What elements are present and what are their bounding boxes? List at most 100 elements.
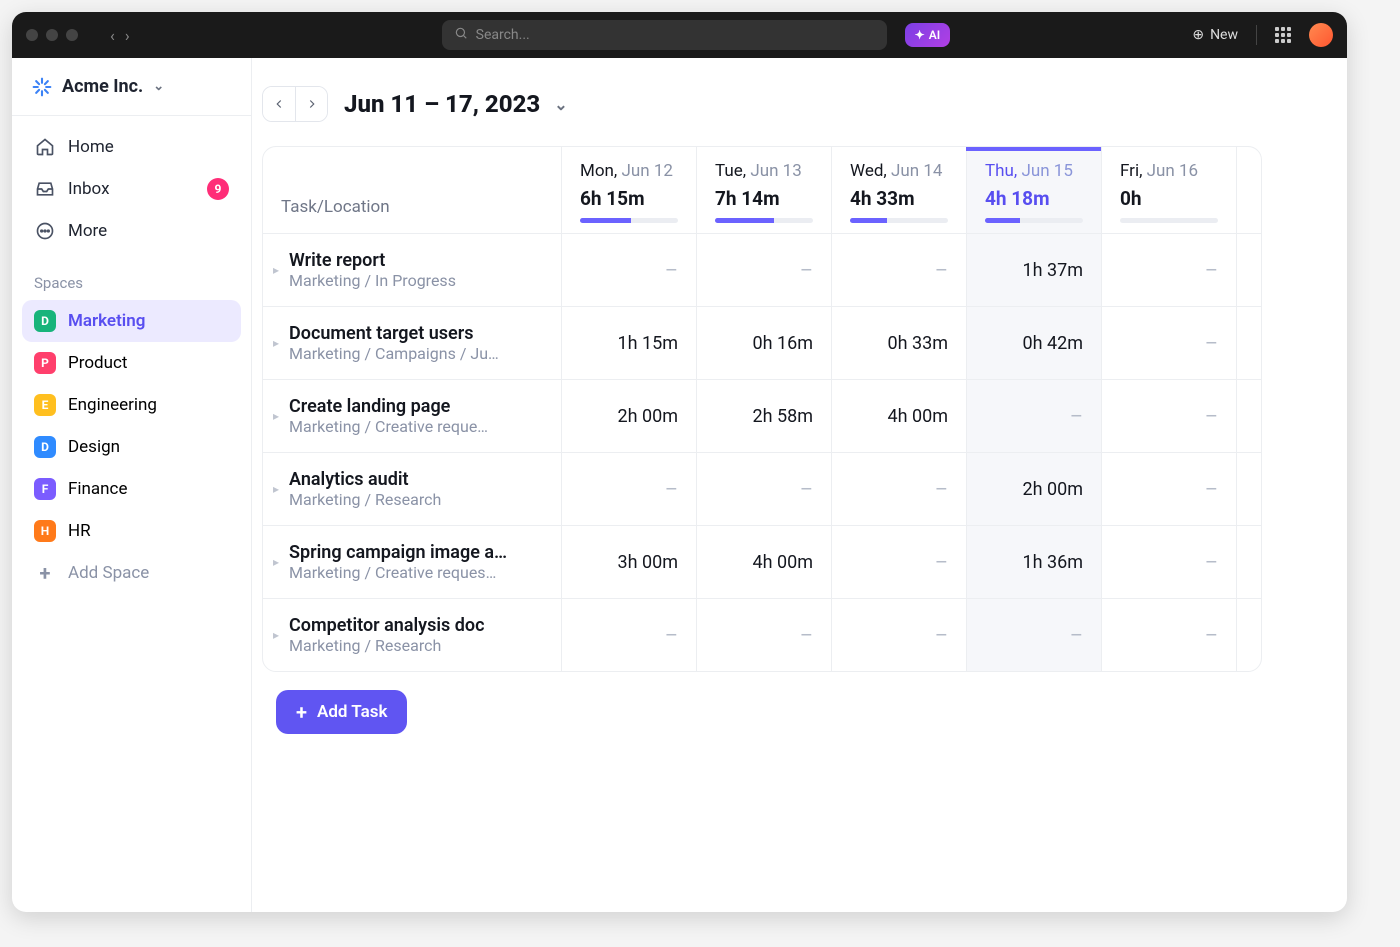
apps-icon[interactable] [1275,27,1291,43]
time-cell-empty[interactable]: – [561,234,696,306]
task-path: Marketing / Research [289,490,543,509]
task-cell[interactable]: ▸ Analytics audit Marketing / Research [263,453,561,525]
time-cell[interactable]: 2h 00m [561,380,696,452]
time-cell[interactable]: 2h 58m [696,380,831,452]
date-range-picker[interactable]: Jun 11 – 17, 2023 ⌄ [344,90,568,118]
task-cell[interactable]: ▸ Document target users Marketing / Camp… [263,307,561,379]
global-search[interactable]: Search... [442,20,887,50]
new-button[interactable]: ⊕ New [1192,27,1238,43]
history-nav: ‹ › [110,26,130,45]
time-cell[interactable]: 1h 36m [966,526,1101,598]
expand-icon[interactable]: ▸ [273,628,279,642]
time-cell[interactable]: 0h 33m [831,307,966,379]
table-row: ▸ Write report Marketing / In Progress –… [263,233,1261,306]
time-cell-empty[interactable]: – [1101,526,1236,598]
time-cell[interactable]: 0h 42m [966,307,1101,379]
day-progress-bar [715,218,813,223]
workspace-logo-icon [32,77,52,97]
space-label: Design [68,437,120,457]
time-cell-empty[interactable]: – [696,453,831,525]
time-cell-empty[interactable]: – [966,380,1101,452]
nav-item-label: Home [68,137,114,157]
space-item-design[interactable]: D Design [22,426,241,468]
overflow-cell [1236,599,1262,671]
chevron-down-icon: ⌄ [153,79,164,94]
time-cell-empty[interactable]: – [1101,453,1236,525]
time-cell[interactable]: 3h 00m [561,526,696,598]
space-item-product[interactable]: P Product [22,342,241,384]
prev-week-button[interactable] [263,87,295,121]
date-range-label: Jun 11 – 17, 2023 [344,90,540,118]
task-title: Create landing page [289,396,543,417]
task-cell[interactable]: ▸ Create landing page Marketing / Creati… [263,380,561,452]
next-week-button[interactable] [295,87,327,121]
time-cell[interactable]: 4h 00m [831,380,966,452]
nav-item-inbox[interactable]: Inbox 9 [22,168,241,210]
time-cell-empty[interactable]: – [831,526,966,598]
time-cell-empty[interactable]: – [561,599,696,671]
time-cell[interactable]: 4h 00m [696,526,831,598]
add-space-button[interactable]: + Add Space [22,552,241,594]
user-avatar[interactable] [1309,23,1333,47]
time-cell-empty[interactable]: – [561,453,696,525]
day-column-header[interactable]: Fri, Jun 16 0h [1101,147,1236,233]
forward-icon[interactable]: › [125,26,130,45]
day-column-header[interactable]: Mon, Jun 12 6h 15m [561,147,696,233]
expand-icon[interactable]: ▸ [273,336,279,350]
time-cell-empty[interactable]: – [831,453,966,525]
time-cell-empty[interactable]: – [1101,380,1236,452]
time-cell-empty[interactable]: – [1101,599,1236,671]
timesheet-table: Task/Location Mon, Jun 12 6h 15m Tue, Ju… [262,146,1262,672]
ai-button[interactable]: ✦ AI [905,23,951,47]
time-cell[interactable]: 1h 15m [561,307,696,379]
task-title: Competitor analysis doc [289,615,543,636]
expand-icon[interactable]: ▸ [273,263,279,277]
time-cell-empty[interactable]: – [696,599,831,671]
task-title: Analytics audit [289,469,543,490]
time-cell-empty[interactable]: – [831,234,966,306]
day-column-header[interactable]: Thu, Jun 15 4h 18m [966,147,1101,233]
expand-icon[interactable]: ▸ [273,482,279,496]
plus-icon: + [34,562,56,584]
spaces-section-label: Spaces [12,256,251,300]
space-item-engineering[interactable]: E Engineering [22,384,241,426]
time-cell-empty[interactable]: – [831,599,966,671]
inbox-badge: 9 [207,178,229,200]
space-item-marketing[interactable]: D Marketing [22,300,241,342]
time-cell-empty[interactable]: – [966,599,1101,671]
nav-item-home[interactable]: Home [22,126,241,168]
sidebar: Acme Inc. ⌄ Home Inbox 9 More Spaces D M… [12,58,252,912]
maximize-dot[interactable] [66,29,78,41]
day-column-header[interactable]: Wed, Jun 14 4h 33m [831,147,966,233]
day-column-header[interactable]: Tue, Jun 13 7h 14m [696,147,831,233]
task-path: Marketing / Creative reques… [289,563,543,582]
time-cell-empty[interactable]: – [1101,234,1236,306]
more-icon [34,220,56,242]
minimize-dot[interactable] [46,29,58,41]
expand-icon[interactable]: ▸ [273,555,279,569]
task-cell[interactable]: ▸ Write report Marketing / In Progress [263,234,561,306]
space-label: Finance [68,479,127,499]
search-placeholder: Search... [476,27,530,43]
space-item-finance[interactable]: F Finance [22,468,241,510]
back-icon[interactable]: ‹ [110,26,115,45]
time-cell[interactable]: 2h 00m [966,453,1101,525]
task-cell[interactable]: ▸ Spring campaign image a… Marketing / C… [263,526,561,598]
add-task-button[interactable]: + Add Task [276,690,407,734]
time-cell-empty[interactable]: – [696,234,831,306]
overflow-cell [1236,453,1262,525]
time-cell[interactable]: 1h 37m [966,234,1101,306]
inbox-icon [34,178,56,200]
space-item-hr[interactable]: H HR [22,510,241,552]
close-dot[interactable] [26,29,38,41]
time-cell[interactable]: 0h 16m [696,307,831,379]
expand-icon[interactable]: ▸ [273,409,279,423]
task-cell[interactable]: ▸ Competitor analysis doc Marketing / Re… [263,599,561,671]
window-controls[interactable] [26,29,78,41]
time-cell-empty[interactable]: – [1101,307,1236,379]
task-title: Write report [289,250,543,271]
table-row: ▸ Analytics audit Marketing / Research –… [263,452,1261,525]
task-path: Marketing / Research [289,636,543,655]
workspace-switcher[interactable]: Acme Inc. ⌄ [12,58,251,116]
nav-item-more[interactable]: More [22,210,241,252]
